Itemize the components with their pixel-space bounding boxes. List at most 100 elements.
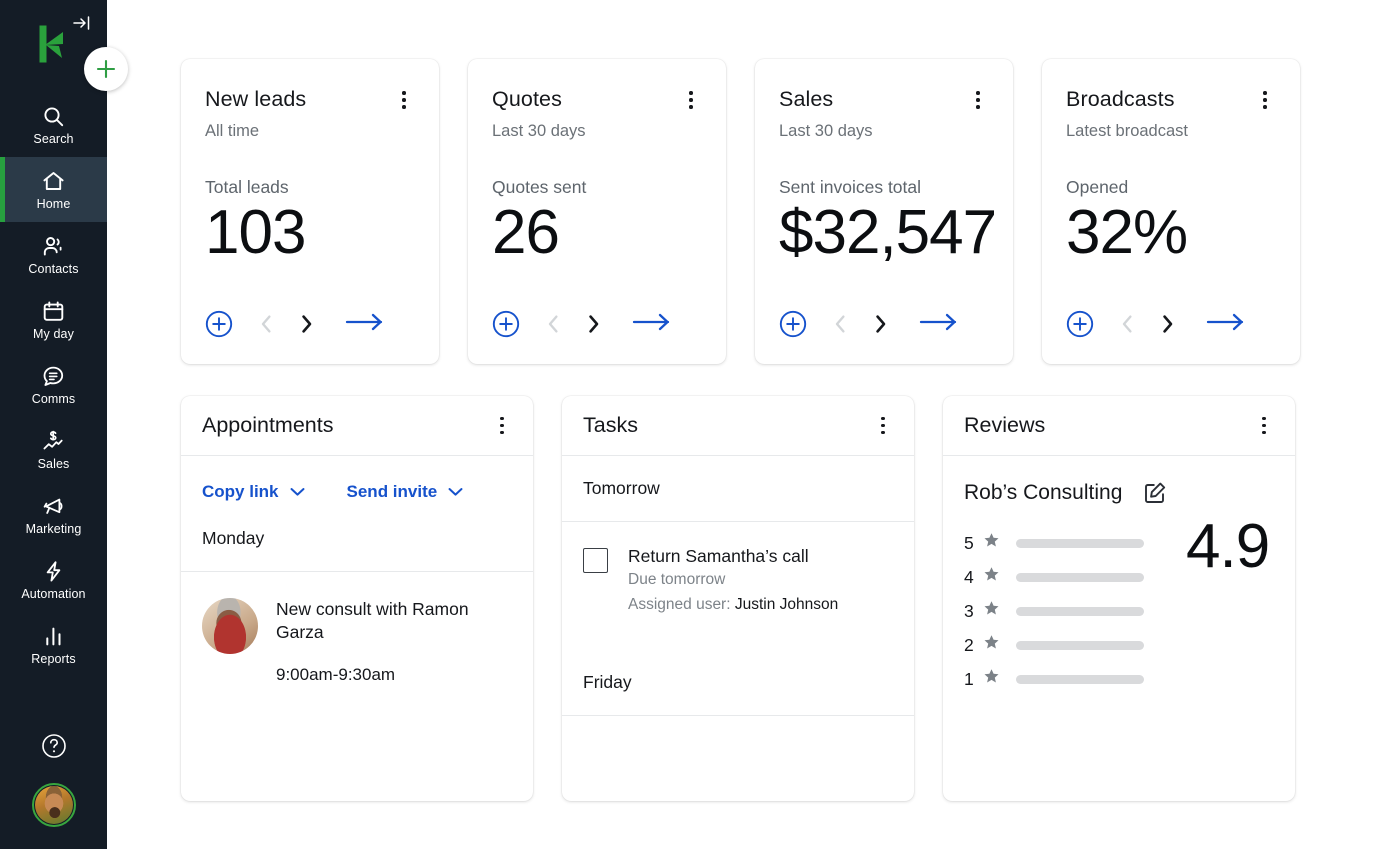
rating-star-count: 5: [964, 533, 975, 554]
task-list-item[interactable]: Return Samantha’s call Due tomorrow Assi…: [562, 522, 914, 614]
create-new-button[interactable]: [84, 47, 128, 91]
more-options-icon[interactable]: [967, 87, 989, 113]
sidebar-item-contacts[interactable]: Contacts: [0, 222, 107, 287]
metric-label: Opened: [1066, 177, 1276, 198]
stat-card-broadcasts[interactable]: Broadcasts Latest broadcast Opened 32%: [1042, 59, 1300, 364]
arrow-right-icon[interactable]: [919, 312, 959, 337]
chevron-right-icon[interactable]: [873, 314, 887, 334]
main-content: New leads All time Total leads 103: [107, 0, 1373, 849]
rating-bar-row: 3: [964, 600, 1144, 622]
appointment-time: 9:00am-9:30am: [276, 665, 501, 685]
chevron-left-icon[interactable]: [546, 314, 560, 334]
sidebar-item-reports[interactable]: Reports: [0, 612, 107, 677]
more-options-icon[interactable]: [1253, 413, 1275, 439]
chat-bubble-icon: [41, 363, 66, 389]
plus-circle-icon[interactable]: [1066, 310, 1094, 338]
sidebar-item-automation[interactable]: Automation: [0, 547, 107, 612]
appointment-title: New consult with Ramon Garza: [276, 598, 501, 645]
plus-circle-icon[interactable]: [779, 310, 807, 338]
contact-avatar: [202, 598, 258, 654]
card-nav: [205, 310, 385, 338]
stat-card-quotes[interactable]: Quotes Last 30 days Quotes sent 26: [468, 59, 726, 364]
copy-link-button[interactable]: Copy link: [202, 482, 305, 502]
rating-star-count: 2: [964, 635, 975, 656]
rating-bar-row: 2: [964, 634, 1144, 656]
more-options-icon[interactable]: [393, 87, 415, 113]
chevron-right-icon[interactable]: [1160, 314, 1174, 334]
chevron-left-icon[interactable]: [259, 314, 273, 334]
copy-link-label: Copy link: [202, 482, 279, 502]
collapse-panel-icon[interactable]: [71, 12, 93, 34]
rating-bars: 5 4: [964, 528, 1144, 690]
stat-card-sales[interactable]: Sales Last 30 days Sent invoices total $…: [755, 59, 1013, 364]
sidebar-item-label: Home: [37, 198, 71, 211]
panel-row: Appointments Copy link Send invite: [181, 396, 1373, 801]
tasks-panel: Tasks Tomorrow Return Samantha’s call Du…: [562, 396, 914, 801]
metric-value: $32,547: [779, 200, 989, 266]
card-header: Broadcasts: [1066, 87, 1276, 113]
more-options-icon[interactable]: [872, 413, 894, 439]
rating-star-count: 3: [964, 601, 975, 622]
reviews-panel: Reviews Rob’s Consulting: [943, 396, 1295, 801]
panel-header: Reviews: [943, 396, 1295, 456]
lightning-bolt-icon: [41, 558, 66, 584]
plus-circle-icon[interactable]: [492, 310, 520, 338]
metric-label: Total leads: [205, 177, 415, 198]
sidebar-item-my-day[interactable]: My day: [0, 287, 107, 352]
task-assigned-user: Assigned user: Justin Johnson: [628, 596, 838, 614]
rating-bar-track: [1016, 539, 1144, 548]
star-icon: [983, 532, 1000, 554]
card-header: New leads: [205, 87, 415, 113]
chevron-left-icon[interactable]: [1120, 314, 1134, 334]
stat-card-new-leads[interactable]: New leads All time Total leads 103: [181, 59, 439, 364]
send-invite-button[interactable]: Send invite: [347, 482, 464, 502]
chevron-down-icon: [290, 482, 305, 502]
card-header: Quotes: [492, 87, 702, 113]
edit-pencil-icon[interactable]: [1142, 480, 1168, 506]
chevron-left-icon[interactable]: [833, 314, 847, 334]
more-options-icon[interactable]: [491, 413, 513, 439]
sidebar-item-label: Contacts: [28, 263, 78, 276]
assigned-user-name: Justin Johnson: [735, 596, 838, 613]
task-checkbox[interactable]: [583, 548, 608, 573]
metric-label: Quotes sent: [492, 177, 702, 198]
rating-bar-track: [1016, 675, 1144, 684]
sidebar-item-marketing[interactable]: Marketing: [0, 482, 107, 547]
help-circle-icon[interactable]: [39, 731, 69, 761]
keap-logo[interactable]: [34, 22, 74, 66]
star-icon: [983, 566, 1000, 588]
star-icon: [983, 600, 1000, 622]
task-empty-area: [562, 716, 914, 801]
reviews-body: Rob’s Consulting 5: [943, 456, 1295, 690]
avatar-image: [35, 786, 73, 824]
send-invite-label: Send invite: [347, 482, 438, 502]
card-nav: [779, 310, 959, 338]
task-day-label: Tomorrow: [562, 456, 914, 522]
arrow-right-icon[interactable]: [632, 312, 672, 337]
sidebar-item-sales[interactable]: Sales: [0, 417, 107, 482]
appointment-list-item[interactable]: New consult with Ramon Garza 9:00am-9:30…: [181, 572, 533, 685]
sidebar-item-label: Automation: [21, 588, 85, 601]
sidebar-item-label: Search: [33, 133, 73, 146]
more-options-icon[interactable]: [680, 87, 702, 113]
sidebar-item-search[interactable]: Search: [0, 92, 107, 157]
avatar[interactable]: [32, 783, 76, 827]
more-options-icon[interactable]: [1254, 87, 1276, 113]
arrow-right-icon[interactable]: [1206, 312, 1246, 337]
assigned-prefix: Assigned user:: [628, 596, 731, 613]
card-nav: [1066, 310, 1246, 338]
sidebar-item-home[interactable]: Home: [0, 157, 107, 222]
appointment-day-label: Monday: [181, 502, 533, 572]
arrow-right-icon[interactable]: [345, 312, 385, 337]
average-rating-score: 4.9: [1186, 516, 1269, 578]
rating-star-count: 1: [964, 669, 975, 690]
metric-value: 103: [205, 200, 415, 266]
sidebar-nav: Search Home Contacts: [0, 92, 107, 677]
plus-circle-icon[interactable]: [205, 310, 233, 338]
sidebar-item-label: Sales: [38, 458, 70, 471]
sidebar-item-comms[interactable]: Comms: [0, 352, 107, 417]
chevron-right-icon[interactable]: [299, 314, 313, 334]
panel-title: Reviews: [964, 413, 1045, 438]
appointments-panel: Appointments Copy link Send invite: [181, 396, 533, 801]
chevron-right-icon[interactable]: [586, 314, 600, 334]
